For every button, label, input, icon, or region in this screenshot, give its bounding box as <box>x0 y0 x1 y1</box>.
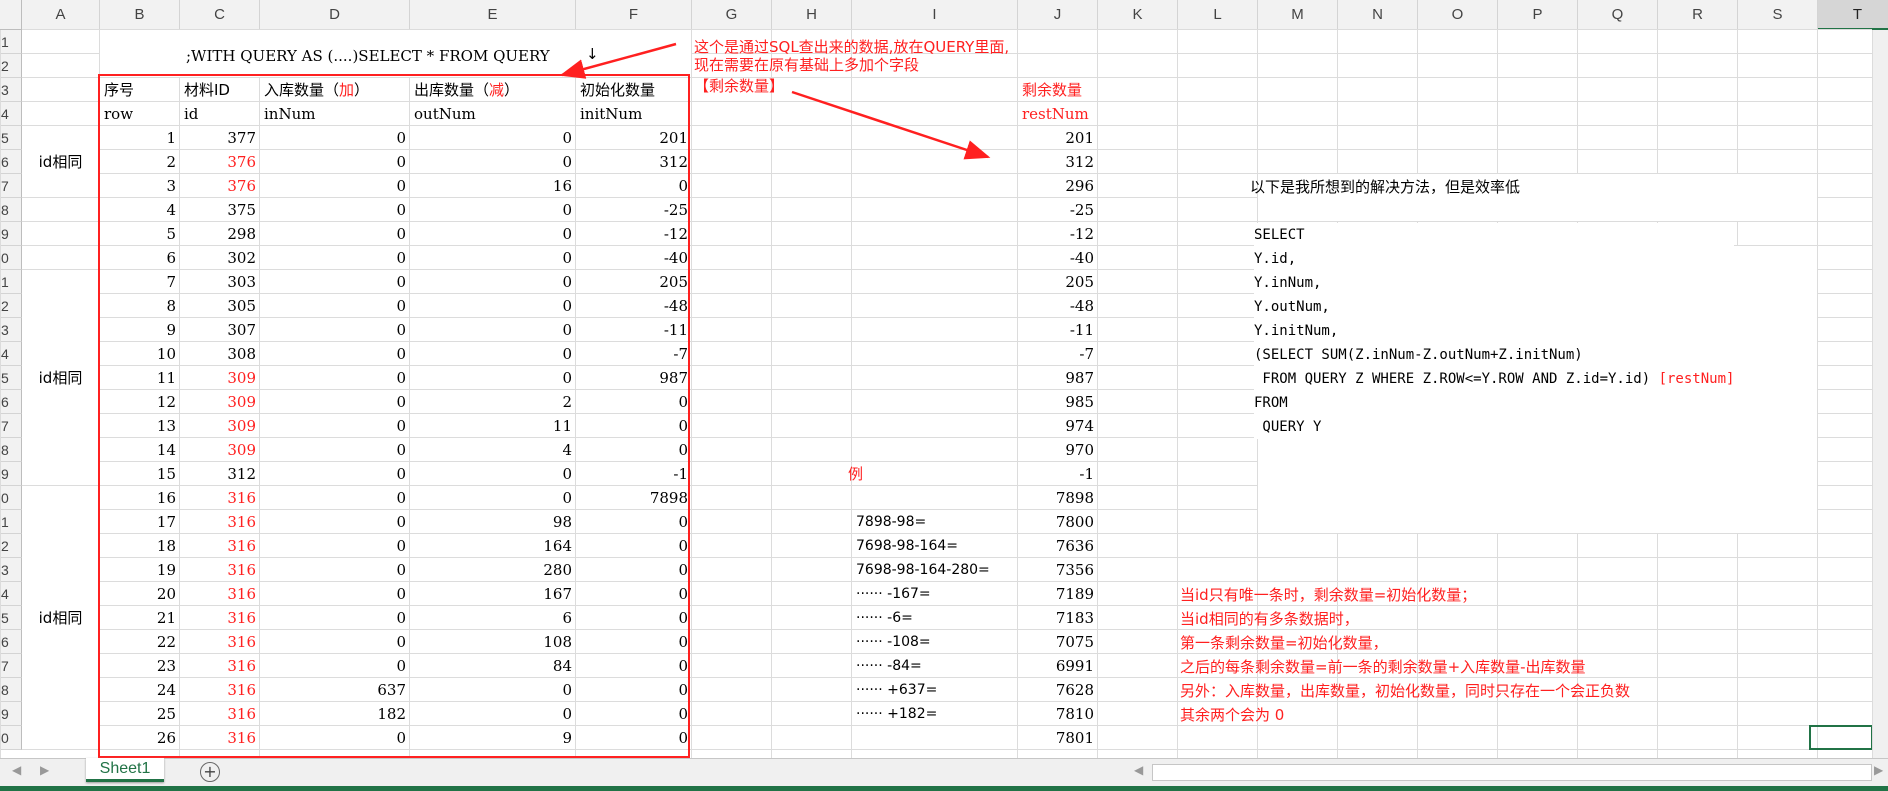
sheet-tab-bar: ◀ ▶ Sheet1 + ◀ ▶ <box>0 758 1888 786</box>
arrow-to-rest-column <box>791 90 991 160</box>
tab-nav-next-icon[interactable]: ▶ <box>40 763 49 777</box>
sql-line: (SELECT SUM(Z.inNum-Z.outNum+Z.initNum) <box>1254 343 1734 367</box>
vertical-scrollbar[interactable] <box>1872 30 1888 758</box>
sql-line-text: SELECT <box>1254 227 1305 243</box>
rule-line: 其余两个会为 0 <box>1180 706 1285 724</box>
sql-line-text: Y.outNum, <box>1254 299 1330 315</box>
arrow-to-table <box>559 42 677 79</box>
active-cell-selection[interactable] <box>1809 725 1873 750</box>
sql-line-text: Y.initNum, <box>1254 323 1339 339</box>
sql-line: SELECT <box>1254 223 1734 247</box>
sql-line: Y.outNum, <box>1254 295 1734 319</box>
sql-solution-block: SELECT Y.id, Y.inNum, Y.outNum, Y.initNum, (S… <box>1254 223 1735 439</box>
status-bar <box>0 786 1888 791</box>
rule-line: 第一条剩余数量=初始化数量， <box>1180 634 1388 652</box>
example-label: 例 <box>848 465 864 483</box>
add-sheet-icon[interactable]: + <box>200 762 220 782</box>
scroll-left-icon[interactable]: ◀ <box>1134 763 1143 777</box>
sql-line: FROM QUERY Z WHERE Z.ROW<=Y.ROW AND Z.id… <box>1254 367 1734 391</box>
scroll-right-icon[interactable]: ▶ <box>1874 763 1883 777</box>
sql-line: Y.inNum, <box>1254 271 1734 295</box>
tab-nav-prev-icon[interactable]: ◀ <box>12 763 21 777</box>
rule-line: 之后的每条剩余数量=前一条的剩余数量+入库数量-出库数量 <box>1180 658 1586 676</box>
solution-title: 以下是我所想到的解决方法，但是效率低 <box>1250 178 1521 196</box>
sql-line-text: (SELECT SUM(Z.inNum-Z.outNum+Z.initNum) <box>1254 347 1583 363</box>
spreadsheet-grid[interactable]: ABCDEFGHIJKLMNOPQRST 1234567890123456789… <box>0 0 1888 758</box>
sql-line-text: Y.id, <box>1254 251 1297 267</box>
sql-line-text: FROM <box>1254 395 1288 411</box>
rule-line: 当id相同的有多条数据时， <box>1180 610 1359 628</box>
sql-line: FROM <box>1254 391 1734 415</box>
horizontal-scrollbar[interactable] <box>1152 764 1872 781</box>
sql-line: Y.id, <box>1254 247 1734 271</box>
rules-notes: 当id只有唯一条时，剩余数量=初始化数量； 当id相同的有多条数据时， 第一条剩余数… <box>1180 583 1630 727</box>
sql-line-text: Y.inNum, <box>1254 275 1322 291</box>
sql-line-text: FROM QUERY Z WHERE Z.ROW<=Y.ROW AND Z.id… <box>1254 371 1659 387</box>
sql-line: Y.initNum, <box>1254 319 1734 343</box>
sql-line: QUERY Y <box>1254 415 1734 439</box>
rule-line: 当id只有唯一条时，剩余数量=初始化数量； <box>1180 586 1477 604</box>
sql-line-text: QUERY Y <box>1254 419 1322 435</box>
rule-line: 另外：入库数量，出库数量，初始化数量，同时只存在一个会正负数 <box>1180 682 1631 700</box>
sql-rest-alias: [restNum] <box>1658 371 1735 387</box>
tab-sheet1[interactable]: Sheet1 <box>86 758 164 782</box>
